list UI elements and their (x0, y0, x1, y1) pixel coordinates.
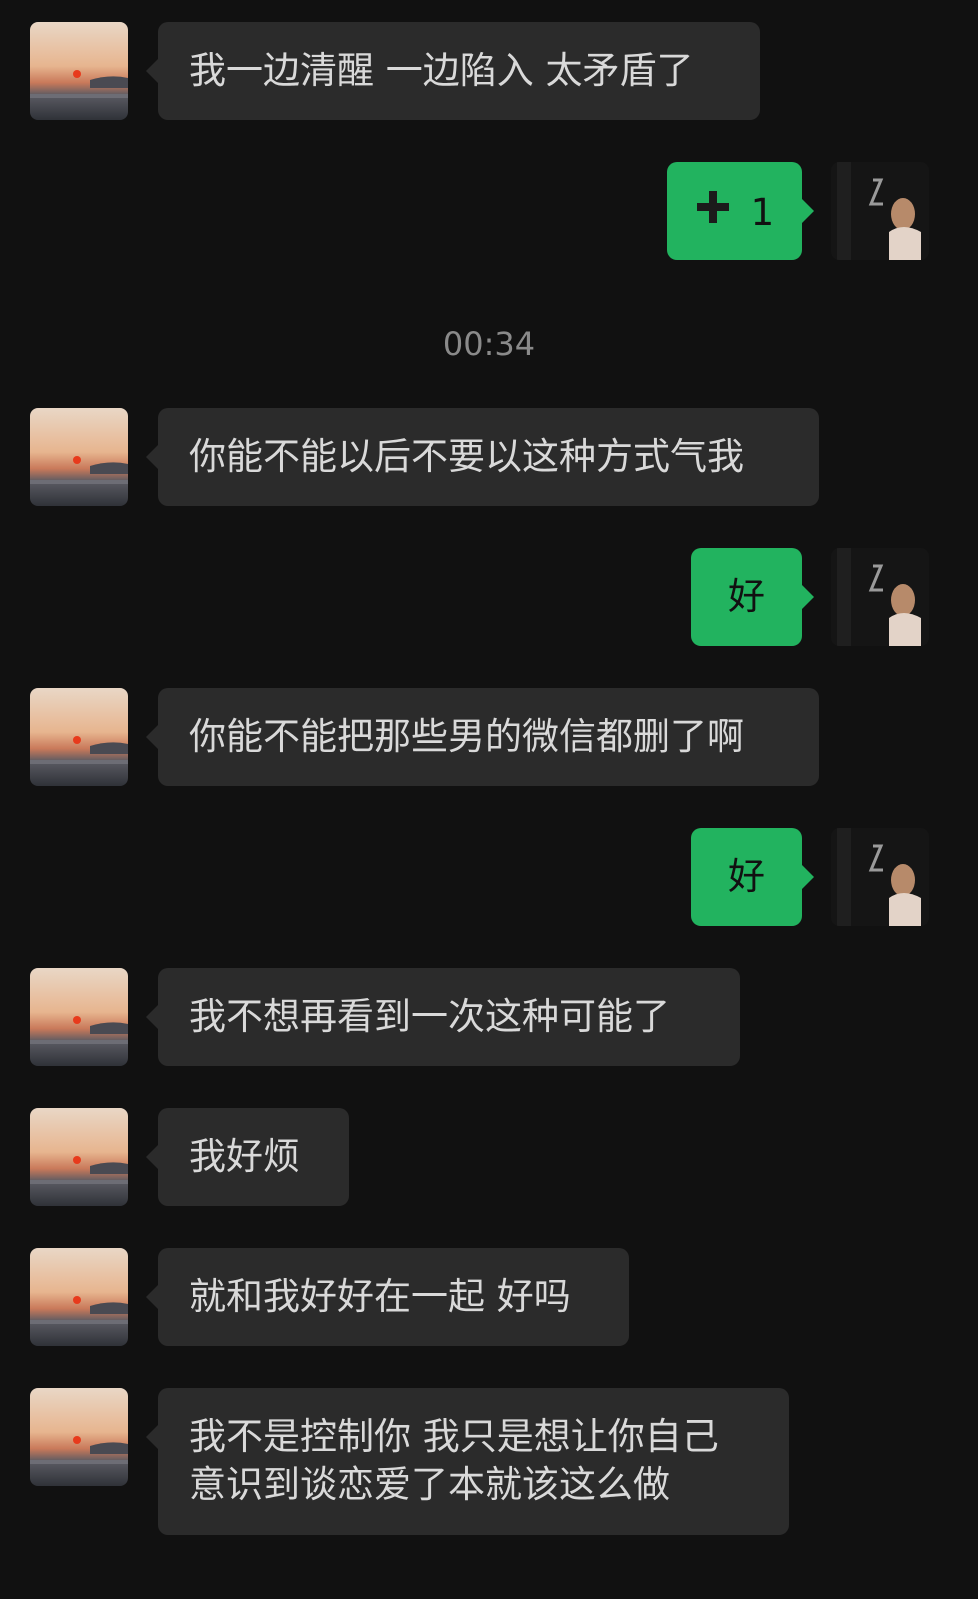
contact-avatar[interactable] (30, 1108, 128, 1206)
message-bubble[interactable]: 我好烦 (146, 1108, 349, 1206)
message-text-line: 意识到谈恋爱了本就该这么做 (189, 1463, 670, 1506)
message-text: 你能不能以后不要以这种方式气我 (189, 435, 744, 478)
message-bubble[interactable]: 我不是控制你 我只是想让你自己 意识到谈恋爱了本就该这么做 (146, 1388, 789, 1535)
message-text: 我一边清醒 一边陷入 太矛盾了 (189, 49, 694, 92)
my-avatar[interactable] (831, 828, 929, 926)
message-bubble-sent[interactable]: 1 (667, 162, 814, 260)
my-avatar[interactable] (831, 548, 929, 646)
message-bubble[interactable]: 你能不能把那些男的微信都删了啊 (146, 688, 819, 786)
message-text: 你能不能把那些男的微信都删了啊 (189, 715, 744, 758)
contact-avatar[interactable] (30, 22, 128, 120)
plus-icon (695, 189, 731, 237)
message-text: 就和我好好在一起 好吗 (189, 1275, 571, 1318)
message-text: 1 (750, 190, 775, 234)
contact-avatar[interactable] (30, 1388, 128, 1486)
message-text: 好 (728, 575, 765, 618)
message-bubble[interactable]: 你能不能以后不要以这种方式气我 (146, 408, 819, 506)
message-bubble-sent[interactable]: 好 (691, 828, 814, 926)
message-bubble[interactable]: 就和我好好在一起 好吗 (146, 1248, 629, 1346)
my-avatar[interactable] (831, 162, 929, 260)
message-text-line: 我不是控制你 我只是想让你自己 (189, 1415, 719, 1458)
message-bubble[interactable]: 我不想再看到一次这种可能了 (146, 968, 740, 1066)
timestamp: 00:34 (442, 325, 536, 363)
message-bubble[interactable]: 我一边清醒 一边陷入 太矛盾了 (146, 22, 760, 120)
contact-avatar[interactable] (30, 688, 128, 786)
message-text: 好 (728, 855, 765, 898)
message-text: 我好烦 (189, 1135, 300, 1178)
message-text: 我不想再看到一次这种可能了 (189, 995, 670, 1038)
contact-avatar[interactable] (30, 408, 128, 506)
message-bubble-sent[interactable]: 好 (691, 548, 814, 646)
contact-avatar[interactable] (30, 1248, 128, 1346)
contact-avatar[interactable] (30, 968, 128, 1066)
